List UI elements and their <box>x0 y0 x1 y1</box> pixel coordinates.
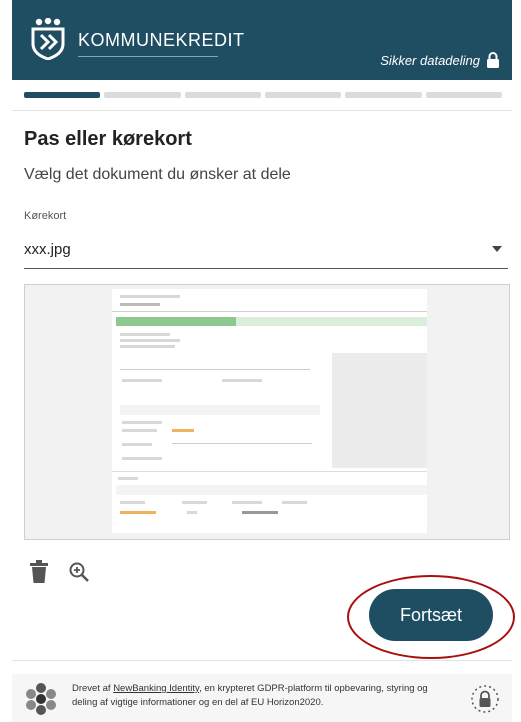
zoom-in-icon[interactable] <box>68 560 90 584</box>
document-select[interactable]: xxx.jpg <box>24 230 508 269</box>
chevron-down-icon <box>492 246 502 252</box>
footer-text: Drevet af NewBanking Identity, en krypte… <box>72 683 428 708</box>
lock-icon <box>487 52 499 68</box>
progress-step <box>104 92 181 98</box>
footer: Drevet af NewBanking Identity, en krypte… <box>12 674 512 722</box>
secure-sharing-badge: Sikker datadeling <box>380 52 500 68</box>
brand-underline <box>78 56 218 57</box>
footer-divider <box>12 660 512 661</box>
progress-step <box>184 92 261 98</box>
preview-toolbar <box>28 560 90 584</box>
kommunekredit-logo-icon <box>31 18 65 60</box>
newbanking-link[interactable]: NewBanking Identity <box>113 683 199 694</box>
trash-icon[interactable] <box>28 560 50 584</box>
document-preview-image <box>112 289 427 533</box>
document-preview <box>24 284 510 540</box>
continue-button-area: Fortsæt <box>347 575 517 661</box>
app-header: KOMMUNEKREDIT Sikker datadeling <box>12 0 512 80</box>
secure-sharing-label: Sikker datadeling <box>380 52 480 68</box>
progress-step <box>24 92 101 98</box>
step-progress-bar <box>24 92 502 98</box>
page-title: Pas eller kørekort <box>24 128 192 150</box>
document-select-label: Kørekort <box>24 210 67 222</box>
brand-name: KOMMUNEKREDIT <box>78 30 245 50</box>
continue-button[interactable]: Fortsæt <box>369 589 493 641</box>
newbanking-logo-icon <box>26 683 56 715</box>
padlock-icon <box>471 685 499 713</box>
document-select-value: xxx.jpg <box>24 240 71 258</box>
progress-step <box>264 92 342 98</box>
header-divider <box>12 110 512 111</box>
progress-step <box>345 92 422 98</box>
progress-step <box>425 92 502 98</box>
page-subtitle: Vælg det dokument du ønsker at dele <box>24 166 291 183</box>
